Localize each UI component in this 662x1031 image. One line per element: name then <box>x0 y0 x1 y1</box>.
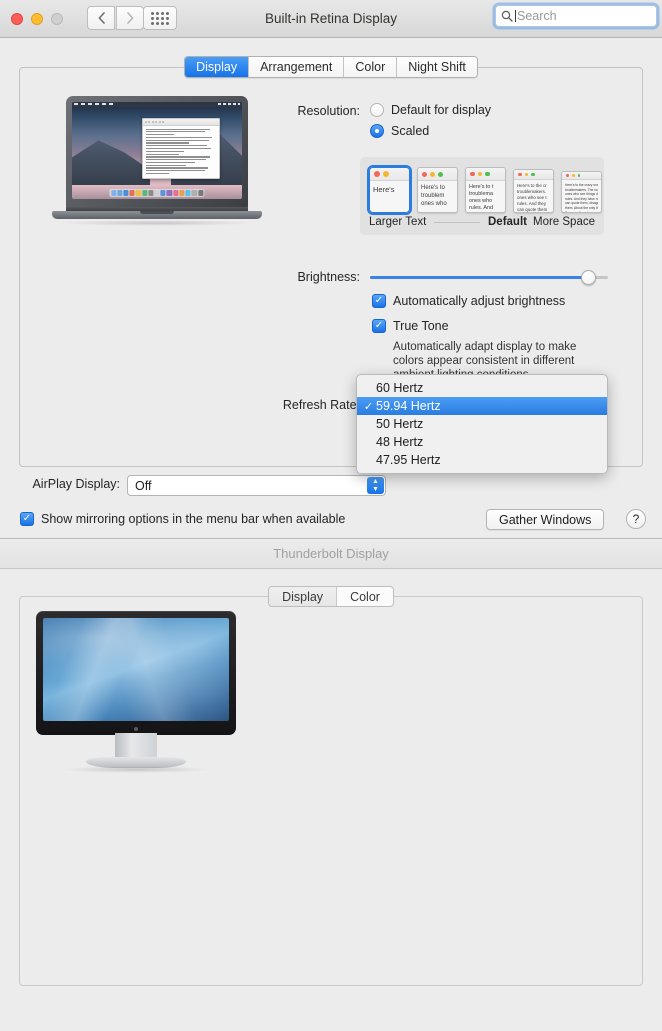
laptop-lid <box>66 96 248 208</box>
mini-document-text <box>143 126 219 175</box>
laptop-shadow <box>58 220 256 226</box>
tab-color-2[interactable]: Color <box>337 587 393 606</box>
scale-thumbnail-row: Here's Here's to troublem ones who Here's … <box>360 157 604 215</box>
laptop-screen <box>72 102 242 199</box>
scale-thumbnail-3[interactable]: Here's to t troublema ones who rules. And <box>465 167 506 213</box>
checkmark-icon: ✓ <box>363 400 374 413</box>
menu-item-50-hertz[interactable]: 50 Hertz <box>357 415 607 433</box>
radio-default-label: Default for display <box>391 103 492 117</box>
true-tone-label: True Tone <box>393 319 449 333</box>
resolution-default-row[interactable]: Default for display <box>370 103 491 117</box>
search-container: Search <box>495 5 657 27</box>
scale-thumb-1-text: Here's <box>373 185 395 194</box>
window1-titlebar: Built-in Retina Display Search <box>0 0 662 38</box>
monitor-power-dot <box>134 727 138 731</box>
mini-window-toolbar <box>142 118 219 126</box>
radio-default-for-display[interactable] <box>370 103 384 117</box>
mini-menu-bar <box>72 102 242 107</box>
tab-arrangement[interactable]: Arrangement <box>249 57 345 77</box>
tab-display[interactable]: Display <box>185 57 250 77</box>
menu-item-50-hertz-label: 50 Hertz <box>376 417 424 431</box>
brightness-label: Brightness: <box>297 270 360 284</box>
scale-hint-default: Default <box>488 216 527 228</box>
auto-brightness-row[interactable]: ✓ Automatically adjust brightness <box>372 294 565 308</box>
checkbox-auto-brightness[interactable]: ✓ <box>372 294 386 308</box>
show-mirroring-row[interactable]: ✓ Show mirroring options in the menu bar… <box>20 512 345 526</box>
menu-item-47-95-hertz-label: 47.95 Hertz <box>376 453 441 467</box>
checkbox-show-mirroring[interactable]: ✓ <box>20 512 34 526</box>
radio-scaled-label: Scaled <box>391 124 430 138</box>
menu-item-59-94-hertz[interactable]: ✓ 59.94 Hertz <box>357 397 607 415</box>
laptop-base <box>52 211 262 219</box>
menu-item-60-hertz-label: 60 Hertz <box>376 381 424 395</box>
search-placeholder: Search <box>517 9 557 23</box>
search-field[interactable]: Search <box>495 5 657 27</box>
mini-dock <box>109 189 205 197</box>
scale-thumbnail-5-more-space[interactable]: Here's to the crazy ones troublemakers. T… <box>561 171 602 213</box>
tab-display-2[interactable]: Display <box>269 587 338 606</box>
scale-hint-divider <box>434 221 480 223</box>
macbook-pro-illustration <box>52 96 262 226</box>
refresh-rate-label: Refresh Rate: <box>282 398 360 412</box>
resolution-scaled-row[interactable]: Scaled <box>370 124 429 138</box>
brightness-slider[interactable] <box>370 269 608 285</box>
menu-item-47-95-hertz[interactable]: 47.95 Hertz <box>357 451 607 469</box>
menu-item-59-94-hertz-label: 59.94 Hertz <box>376 399 441 413</box>
airplay-popup-button[interactable]: Off ▲ ▼ <box>127 475 386 496</box>
menu-item-48-hertz-label: 48 Hertz <box>376 435 424 449</box>
auto-brightness-label: Automatically adjust brightness <box>393 294 566 308</box>
show-mirroring-label: Show mirroring options in the menu bar w… <box>41 512 346 526</box>
airplay-display-label: AirPlay Display: <box>32 477 120 491</box>
builtin-retina-display-window: Built-in Retina Display Search Display A… <box>0 0 662 539</box>
monitor-shadow <box>61 766 211 773</box>
thunderbolt-display-window: Thunderbolt Display Display Color Resolu… <box>0 539 662 1031</box>
help-button-1[interactable]: ? <box>626 509 646 529</box>
scale-thumbnail-2[interactable]: Here's to troublem ones who <box>417 167 458 213</box>
monitor-screen <box>43 618 229 721</box>
radio-scaled[interactable] <box>370 124 384 138</box>
tab-night-shift[interactable]: Night Shift <box>397 57 477 77</box>
scale-thumbnail-4-default[interactable]: Here's to the cr troublemakers. ones who s… <box>513 169 554 213</box>
monitor-bezel <box>36 611 236 735</box>
thunderbolt-display-illustration <box>36 611 236 773</box>
wallpaper-hill-left <box>72 140 151 185</box>
scale-hint-more-space: More Space <box>532 216 595 228</box>
screen-root: Built-in Retina Display Search Display A… <box>0 0 662 1031</box>
true-tone-row[interactable]: ✓ True Tone <box>372 319 449 333</box>
chevron-updown-icon: ▲▼ <box>367 477 384 494</box>
refresh-rate-dropdown-menu[interactable]: 60 Hertz ✓ 59.94 Hertz 50 Hertz 48 Hertz… <box>356 374 608 474</box>
scale-hint-larger-text: Larger Text <box>369 216 427 228</box>
scale-thumbnail-1[interactable]: Here's <box>367 165 412 215</box>
brightness-fill <box>370 275 592 279</box>
window1-tab-bar: Display Arrangement Color Night Shift <box>0 56 662 78</box>
menu-item-48-hertz[interactable]: 48 Hertz <box>357 433 607 451</box>
gather-windows-button-1[interactable]: Gather Windows <box>486 509 605 530</box>
monitor-stand-neck <box>115 733 157 759</box>
brightness-knob[interactable] <box>580 269 596 285</box>
airplay-value: Off <box>135 478 152 493</box>
window2-tab-bar: Display Color <box>0 586 662 607</box>
checkbox-true-tone[interactable]: ✓ <box>372 319 386 333</box>
tab-color[interactable]: Color <box>344 57 398 77</box>
resolution-label: Resolution: <box>297 104 360 118</box>
scale-hint-row: Larger Text Default More Space <box>360 213 604 231</box>
window2-title: Thunderbolt Display <box>273 546 389 561</box>
search-icon <box>501 10 513 22</box>
text-cursor <box>515 10 516 22</box>
mini-textedit-window <box>141 117 220 179</box>
scaled-resolution-chooser: Here's Here's to troublem ones who Here's … <box>360 157 604 235</box>
menu-item-60-hertz[interactable]: 60 Hertz <box>357 379 607 397</box>
window2-titlebar: Thunderbolt Display <box>0 539 662 569</box>
